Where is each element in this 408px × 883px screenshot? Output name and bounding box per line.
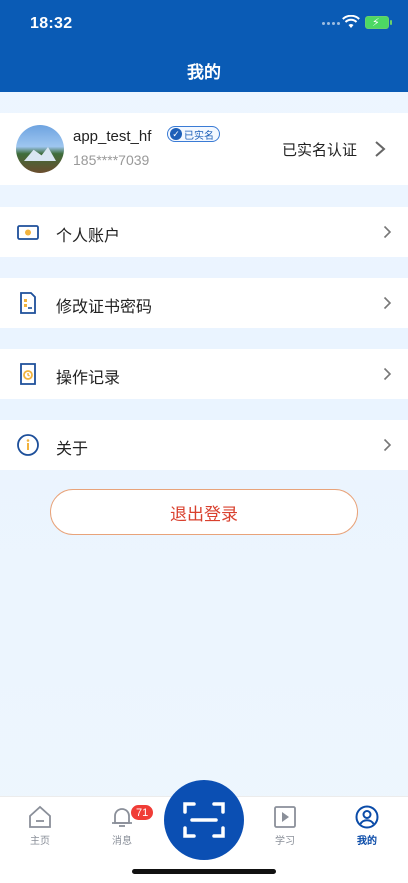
menu-label: 修改证书密码 [56,299,153,316]
tab-messages-label: 消息 [112,836,132,847]
phone-number: 185****7039 [73,152,150,168]
tab-home-label: 主页 [30,836,50,847]
page-title: 我的 [187,63,221,82]
play-icon [274,806,296,828]
chevron-right-icon [375,141,386,157]
logout-button[interactable]: 退出登录 [50,489,358,535]
menu-item-personal-account[interactable]: 个人账户 [0,207,408,257]
check-icon: ✓ [170,128,182,140]
cellular-signal-icon [322,22,340,25]
scan-button[interactable] [164,780,244,860]
verified-badge-label: 已实名 [184,130,214,142]
status-time: 18:32 [30,15,73,32]
tab-mine-label: 我的 [357,836,377,847]
menu-item-change-cert-password[interactable]: 修改证书密码 [0,278,408,328]
chevron-right-icon [383,225,392,239]
menu-label: 个人账户 [56,228,121,245]
verified-badge: ✓ 已实名 [167,126,220,142]
profile-card[interactable]: app_test_hf 185****7039 已实名认证 [0,113,408,185]
auth-status: 已实名认证 [282,142,358,159]
chevron-right-icon [383,367,392,381]
certificate-icon [20,292,36,314]
tab-study[interactable]: 学习 [255,805,315,847]
menu-label: 关于 [56,441,89,458]
wallet-icon [17,225,39,240]
avatar[interactable] [16,125,64,173]
record-icon [20,363,36,385]
user-circle-icon [355,805,379,829]
message-count-badge: 71 [130,804,155,821]
chevron-right-icon [383,296,392,310]
menu-label: 操作记录 [56,370,121,387]
username: app_test_hf [73,128,152,145]
chevron-right-icon [383,438,392,452]
info-icon [17,434,39,456]
menu-item-about[interactable]: 关于 [0,420,408,470]
scan-icon [183,802,225,838]
home-indicator [132,869,276,874]
menu-item-operation-records[interactable]: 操作记录 [0,349,408,399]
wifi-icon [342,15,360,28]
battery-icon: ⚡ [365,16,392,29]
tab-study-label: 学习 [275,836,295,847]
tab-home[interactable]: 主页 [10,805,70,847]
home-icon [29,805,51,828]
app-header: 18:32 ⚡ 我的 [0,0,408,92]
tab-mine[interactable]: 我的 [337,805,397,847]
